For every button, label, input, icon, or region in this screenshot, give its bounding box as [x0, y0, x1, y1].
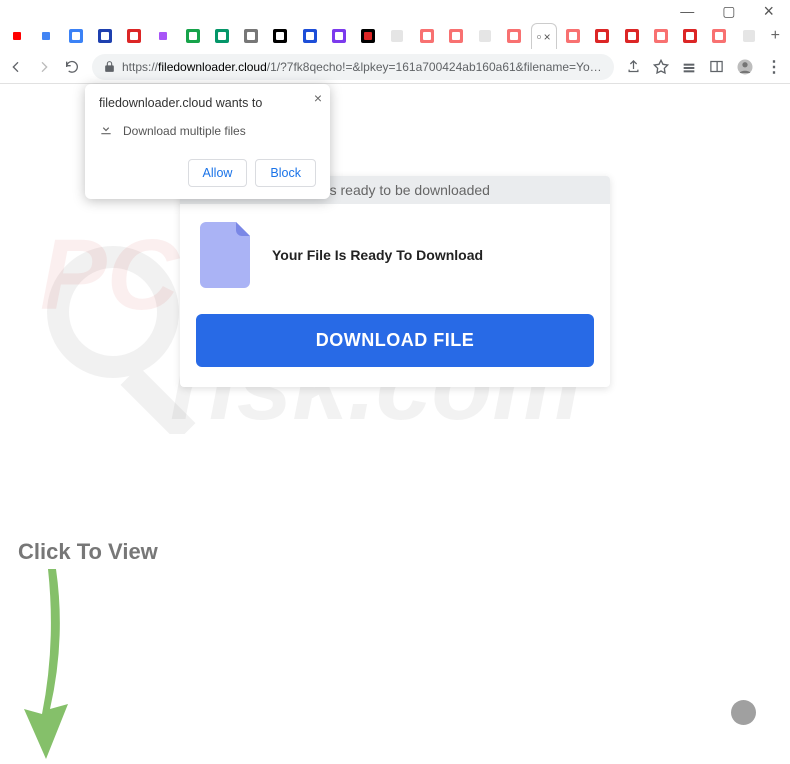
- favicon-icon: [625, 29, 639, 43]
- file-icon: [200, 222, 254, 288]
- favicon-icon: [478, 29, 492, 43]
- forward-button[interactable]: [36, 59, 52, 75]
- tab[interactable]: [33, 23, 59, 49]
- block-button[interactable]: Block: [255, 159, 316, 187]
- permission-prompt: × filedownloader.cloud wants to Download…: [85, 84, 330, 199]
- tab[interactable]: [209, 23, 235, 49]
- tab[interactable]: [501, 23, 527, 49]
- favicon-icon: [215, 29, 229, 43]
- download-card: File is ready to be downloaded Your File…: [180, 176, 610, 387]
- tab[interactable]: [706, 23, 732, 49]
- tab[interactable]: [443, 23, 469, 49]
- gallery-next-button[interactable]: [731, 700, 756, 725]
- tab[interactable]: [735, 23, 761, 49]
- favicon-icon: [98, 29, 112, 43]
- favicon-icon: [186, 29, 200, 43]
- favicon-icon: [361, 29, 375, 43]
- back-button[interactable]: [8, 59, 24, 75]
- share-icon[interactable]: [626, 59, 641, 74]
- toolbar: https://filedownloader.cloud/1/?7fk8qech…: [0, 50, 790, 84]
- window-close-button[interactable]: ×: [763, 1, 774, 22]
- favicon-icon: [654, 29, 668, 43]
- sidepanel-icon[interactable]: [709, 59, 724, 74]
- favicon-icon: [303, 29, 317, 43]
- extension-icon[interactable]: [681, 59, 697, 75]
- favicon-icon: [449, 29, 463, 43]
- click-to-view-text: Click To View: [18, 539, 158, 565]
- permission-detail-text: Download multiple files: [123, 124, 246, 138]
- tab[interactable]: [648, 23, 674, 49]
- tab[interactable]: [384, 23, 410, 49]
- tab[interactable]: [4, 23, 30, 49]
- lock-icon: [102, 60, 116, 74]
- tab[interactable]: [560, 23, 586, 49]
- favicon-icon: [507, 29, 521, 43]
- favicon-icon: [742, 29, 756, 43]
- favicon-icon: [595, 29, 609, 43]
- tab[interactable]: [414, 23, 440, 49]
- favicon-icon: [390, 29, 404, 43]
- tab[interactable]: [677, 23, 703, 49]
- favicon-icon: [566, 29, 580, 43]
- tab[interactable]: [180, 23, 206, 49]
- tab[interactable]: [472, 23, 498, 49]
- tab[interactable]: [121, 23, 147, 49]
- address-bar[interactable]: https://filedownloader.cloud/1/?7fk8qech…: [92, 54, 614, 80]
- close-icon[interactable]: ×: [314, 90, 322, 106]
- tab[interactable]: [238, 23, 264, 49]
- favicon-icon: [127, 29, 141, 43]
- tab[interactable]: [267, 23, 293, 49]
- favicon-icon: [273, 29, 287, 43]
- window-maximize-button[interactable]: ▢: [722, 3, 735, 20]
- favicon-icon: [332, 29, 346, 43]
- favicon-icon: [156, 29, 170, 43]
- page-content: PC risk.com × filedownloader.cloud wants…: [0, 84, 790, 750]
- favicon-icon: [683, 29, 697, 43]
- favicon-icon: [69, 29, 83, 43]
- url-text: https://filedownloader.cloud/1/?7fk8qech…: [122, 60, 604, 74]
- tab[interactable]: [63, 23, 89, 49]
- tab[interactable]: [589, 23, 615, 49]
- download-file-title: Your File Is Ready To Download: [272, 247, 483, 263]
- favicon-icon: ×: [537, 30, 551, 44]
- tab[interactable]: [150, 23, 176, 49]
- favicon-icon: [244, 29, 258, 43]
- profile-avatar-icon[interactable]: [736, 58, 754, 76]
- tab[interactable]: [297, 23, 323, 49]
- tab[interactable]: [326, 23, 352, 49]
- favicon-icon: [420, 29, 434, 43]
- permission-origin: filedownloader.cloud wants to: [99, 96, 316, 110]
- tab-active[interactable]: ×: [531, 23, 557, 49]
- menu-dots-icon[interactable]: ⋮: [766, 57, 782, 77]
- new-tab-button[interactable]: +: [765, 27, 786, 45]
- download-file-button[interactable]: DOWNLOAD FILE: [196, 314, 594, 367]
- allow-button[interactable]: Allow: [188, 159, 248, 187]
- reload-button[interactable]: [64, 59, 80, 75]
- bookmark-star-icon[interactable]: [653, 59, 669, 75]
- tab[interactable]: [92, 23, 118, 49]
- favicon-icon: [712, 29, 726, 43]
- favicon-icon: [10, 29, 24, 43]
- arrow-down-icon: [18, 569, 78, 759]
- tab[interactable]: [618, 23, 644, 49]
- tab-strip: ×+: [0, 22, 790, 50]
- svg-text:PC: PC: [40, 219, 181, 331]
- download-icon: [99, 122, 113, 139]
- window-minimize-button[interactable]: —: [680, 3, 694, 19]
- favicon-icon: [39, 29, 53, 43]
- permission-detail-row: Download multiple files: [99, 122, 316, 139]
- overlay-cta: Click To View: [18, 539, 158, 764]
- tab[interactable]: [355, 23, 381, 49]
- window-titlebar: — ▢ ×: [0, 0, 790, 22]
